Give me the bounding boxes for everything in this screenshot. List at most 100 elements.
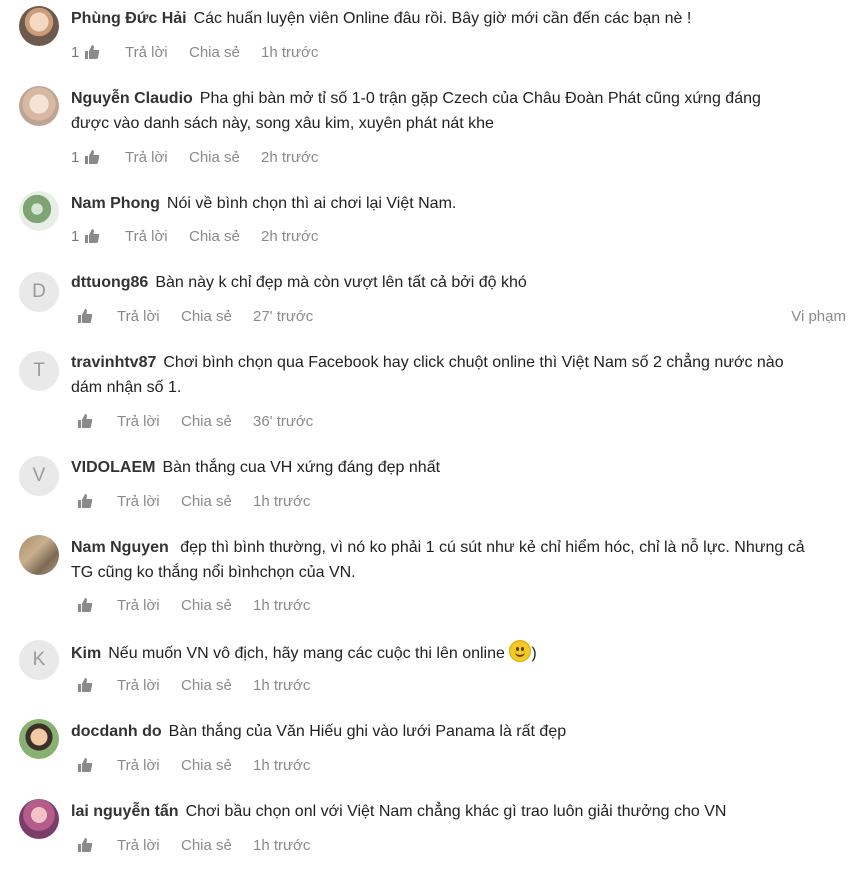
comment-time: 1h trước: [261, 44, 319, 61]
comment-text: Nam Nguyen đẹp thì bình thường, vì nó ko…: [71, 535, 841, 560]
like-button[interactable]: [77, 493, 93, 515]
comment-actions: 1 Trả lời Chia sẻ 2h trước: [0, 227, 864, 247]
comment-body: Pha ghi bàn mở tỉ số 1-0 trận gặp Czech …: [199, 90, 761, 107]
share-link[interactable]: Chia sẻ: [181, 412, 232, 432]
avatar[interactable]: [19, 86, 59, 126]
comment-text: dttuong86 Bàn này k chỉ đẹp mà còn vượt l…: [71, 270, 841, 295]
comment-actions: Trả lời Chia sẻ 1h trước: [0, 676, 864, 696]
comment-author[interactable]: dttuong86: [71, 274, 148, 291]
comment-body: Bàn thắng của Văn Hiếu ghi vào lưới Pana…: [168, 723, 567, 740]
comment-text: Kim Nếu muốn VN vô địch, hãy mang các cuộ…: [71, 640, 841, 666]
comment-text: Nguyễn Claudio Pha ghi bàn mở tỉ số 1-0 t…: [71, 86, 841, 111]
avatar[interactable]: [19, 719, 59, 759]
thumbs-up-icon: [78, 494, 93, 508]
like-button[interactable]: [77, 413, 93, 435]
reply-link[interactable]: Trả lời: [125, 227, 168, 247]
avatar[interactable]: [19, 6, 59, 46]
reply-link[interactable]: Trả lời: [117, 412, 160, 432]
avatar-initial[interactable]: K: [19, 640, 59, 680]
comment-actions: Trả lời Chia sẻ 1h trước: [0, 756, 864, 776]
comment-body-suffix: ): [531, 645, 537, 662]
like-button[interactable]: [84, 228, 100, 250]
comment-author[interactable]: lai nguyễn tấn: [71, 803, 179, 820]
avatar-initial[interactable]: D: [19, 272, 59, 312]
reply-link[interactable]: Trả lời: [117, 596, 160, 616]
thumbs-up-icon: [85, 150, 100, 164]
share-link[interactable]: Chia sẻ: [181, 676, 232, 696]
comment-actions: Trả lời Chia sẻ 27' trước Vi phạm: [0, 307, 864, 327]
comment-actions: Trả lời Chia sẻ 1h trước: [0, 596, 864, 616]
thumbs-up-icon: [78, 598, 93, 612]
comment-text: Phùng Đức Hải Các huấn luyện viên Online …: [71, 6, 841, 31]
comment-body: Nếu muốn VN vô địch, hãy mang các cuộc t…: [108, 645, 510, 662]
thumbs-up-icon: [78, 309, 93, 323]
like-count: 1: [71, 149, 80, 166]
reply-link[interactable]: Trả lời: [117, 307, 160, 327]
comment-actions: Trả lời Chia sẻ 1h trước: [0, 492, 864, 512]
report-link[interactable]: Vi phạm: [791, 307, 846, 327]
thumbs-up-icon: [78, 414, 93, 428]
like-button[interactable]: [77, 597, 93, 619]
share-link[interactable]: Chia sẻ: [181, 492, 232, 512]
comment-author[interactable]: VIDOLAEM: [71, 459, 155, 476]
like-button[interactable]: [84, 44, 100, 66]
comment-time: 2h trước: [261, 228, 319, 245]
thumbs-up-icon: [78, 758, 93, 772]
comment-author[interactable]: Nguyễn Claudio: [71, 90, 193, 107]
comment-actions: 1 Trả lời Chia sẻ 1h trước: [0, 43, 864, 63]
comment-body: Chơi bình chọn qua Facebook hay click ch…: [163, 354, 784, 371]
comment-actions: 1 Trả lời Chia sẻ 2h trước: [0, 148, 864, 168]
comment-body: Chơi bầu chọn onl với Việt Nam chẳng khá…: [185, 803, 727, 820]
comment-author[interactable]: Phùng Đức Hải: [71, 10, 187, 27]
comment-body: Bàn thắng cua VH xứng đáng đẹp nhất: [162, 459, 441, 476]
share-link[interactable]: Chia sẻ: [181, 307, 232, 327]
comment-text: docdanh do Bàn thắng của Văn Hiếu ghi vào…: [71, 719, 841, 744]
comment-author[interactable]: Kim: [71, 645, 101, 662]
share-link[interactable]: Chia sẻ: [189, 227, 240, 247]
comment-body: Nói về bình chọn thì ai chơi lại Việt Na…: [166, 195, 457, 212]
reply-link[interactable]: Trả lời: [117, 756, 160, 776]
comment-author[interactable]: travinhtv87: [71, 354, 156, 371]
comment-author[interactable]: docdanh do: [71, 723, 162, 740]
avatar-initial[interactable]: V: [19, 456, 59, 496]
comment-time: 1h trước: [253, 597, 311, 614]
like-button[interactable]: [84, 149, 100, 171]
comment-text: Nam Phong Nói về bình chọn thì ai chơi lạ…: [71, 191, 841, 216]
comment-body: Bàn này k chỉ đẹp mà còn vượt lên tất cả…: [155, 274, 527, 291]
thumbs-up-icon: [78, 838, 93, 852]
comment-time: 36' trước: [253, 413, 314, 430]
thumbs-up-icon: [85, 229, 100, 243]
reply-link[interactable]: Trả lời: [117, 492, 160, 512]
like-button[interactable]: [77, 677, 93, 699]
comment-actions: Trả lời Chia sẻ 1h trước: [0, 836, 864, 856]
reply-link[interactable]: Trả lời: [117, 836, 160, 856]
avatar-initial[interactable]: T: [19, 351, 59, 391]
reply-link[interactable]: Trả lời: [117, 676, 160, 696]
smile-emoji-icon: [509, 640, 532, 662]
reply-link[interactable]: Trả lời: [125, 43, 168, 63]
comment-author[interactable]: Nam Nguyen: [71, 539, 169, 556]
like-button[interactable]: [77, 757, 93, 779]
thumbs-up-icon: [78, 678, 93, 692]
comment-body-continued: được vào danh sách này, song xâu kim, xu…: [71, 115, 494, 132]
share-link[interactable]: Chia sẻ: [181, 596, 232, 616]
avatar[interactable]: [19, 535, 59, 575]
comment-text: VIDOLAEM Bàn thắng cua VH xứng đáng đẹp n…: [71, 455, 841, 480]
share-link[interactable]: Chia sẻ: [181, 836, 232, 856]
comment-text: lai nguyễn tấn Chơi bầu chọn onl với Việt…: [71, 799, 841, 824]
avatar[interactable]: [19, 191, 59, 231]
share-link[interactable]: Chia sẻ: [189, 43, 240, 63]
comment-time: 1h trước: [253, 757, 311, 774]
share-link[interactable]: Chia sẻ: [181, 756, 232, 776]
comment-time: 1h trước: [253, 677, 311, 694]
share-link[interactable]: Chia sẻ: [189, 148, 240, 168]
reply-link[interactable]: Trả lời: [125, 148, 168, 168]
comment-body-continued: dám nhận số 1.: [71, 379, 182, 396]
comment-time: 1h trước: [253, 493, 311, 510]
like-button[interactable]: [77, 308, 93, 330]
comment-time: 2h trước: [261, 149, 319, 166]
like-button[interactable]: [77, 837, 93, 859]
comment-body-continued: TG cũng ko thắng nổi bìnhchọn của VN.: [71, 564, 356, 581]
comment-author[interactable]: Nam Phong: [71, 195, 160, 212]
avatar[interactable]: [19, 799, 59, 839]
